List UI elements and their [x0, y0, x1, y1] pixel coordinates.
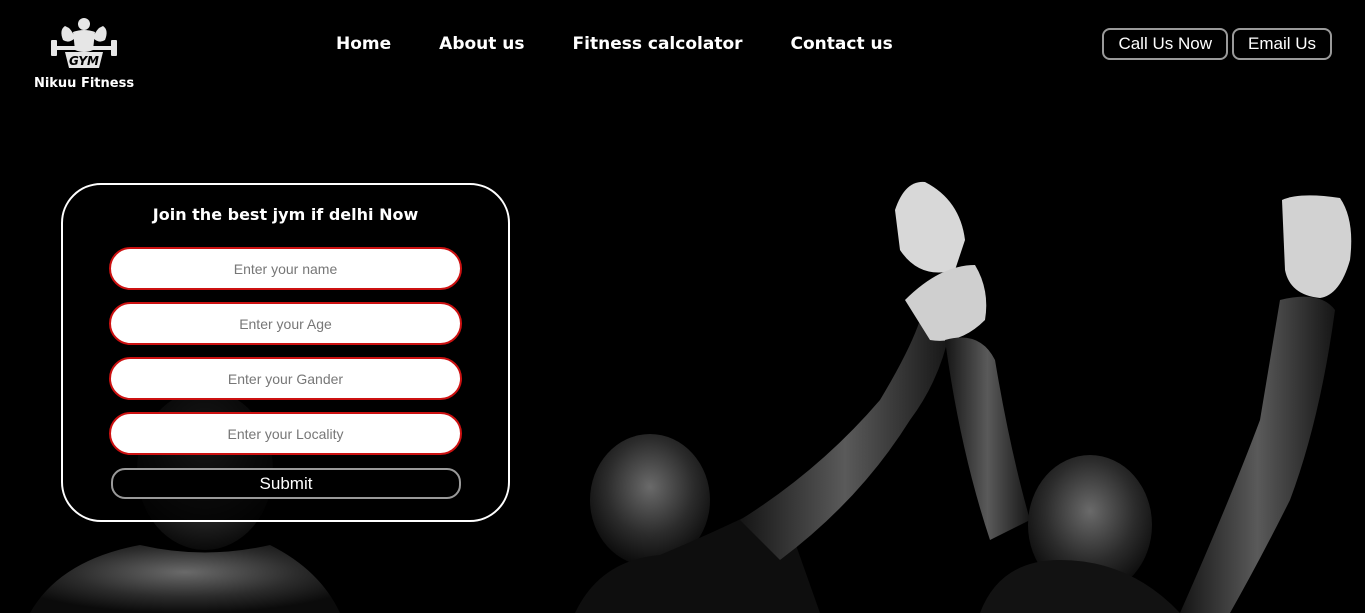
logo-text: GYM: [69, 54, 99, 68]
call-us-button[interactable]: Call Us Now: [1102, 28, 1228, 60]
form-title: Join the best jym if delhi Now: [152, 205, 419, 224]
brand-name: Nikuu Fitness: [33, 76, 135, 91]
brand[interactable]: GYM Nikuu Fitness: [28, 16, 140, 91]
locality-input[interactable]: [109, 412, 462, 455]
nav-home-link[interactable]: Home: [336, 32, 391, 56]
main-nav: Home About us Fitness calcolator Contact…: [336, 32, 893, 56]
age-input[interactable]: [109, 302, 462, 345]
name-input[interactable]: [109, 247, 462, 290]
email-us-button[interactable]: Email Us: [1231, 28, 1332, 60]
page: GYM Nikuu Fitness Home About us Fitness …: [0, 0, 1365, 613]
gym-logo-icon: GYM: [51, 18, 117, 68]
nav-fitness-calculator-link[interactable]: Fitness calcolator: [573, 32, 743, 56]
submit-button[interactable]: Submit: [111, 468, 461, 499]
join-form: Join the best jym if delhi Now Submit: [61, 183, 510, 522]
header-actions: Call Us Now Email Us: [1102, 28, 1332, 60]
gender-input[interactable]: [109, 357, 462, 400]
nav-about-link[interactable]: About us: [439, 32, 524, 56]
nav-contact-link[interactable]: Contact us: [791, 32, 893, 56]
